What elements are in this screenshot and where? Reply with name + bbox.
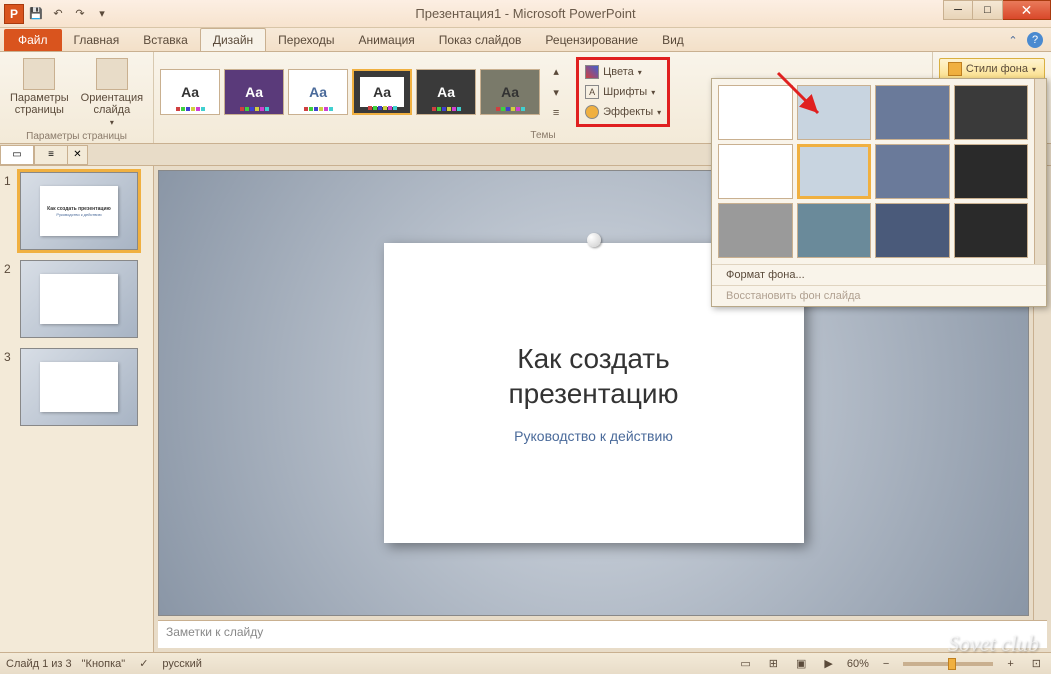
- pin-icon: [587, 233, 601, 247]
- help-icon[interactable]: ?: [1027, 32, 1043, 48]
- group-label: Параметры страницы: [6, 129, 147, 142]
- close-pane-button[interactable]: ✕: [68, 145, 88, 165]
- thumbnail-item[interactable]: 3: [4, 348, 149, 426]
- qat-customize-icon[interactable]: ▾: [92, 4, 112, 24]
- tab-insert[interactable]: Вставка: [131, 29, 200, 51]
- thumbnail-slide[interactable]: Как создать презентацию Руководство к де…: [20, 172, 138, 250]
- tab-home[interactable]: Главная: [62, 29, 132, 51]
- ribbon-help-area: ⌃ ?: [1005, 32, 1043, 48]
- fonts-button[interactable]: A Шрифты▾: [581, 82, 665, 102]
- thumbnail-number: 3: [4, 348, 16, 426]
- reset-background-item: Восстановить фон слайда: [712, 285, 1046, 306]
- title-bar: P 💾 ↶ ↷ ▾ Презентация1 - Microsoft Power…: [0, 0, 1051, 28]
- maximize-button[interactable]: □: [973, 0, 1003, 20]
- notes-input[interactable]: Заметки к слайду: [158, 620, 1047, 648]
- tab-review[interactable]: Рецензирование: [533, 29, 650, 51]
- slide-orientation-button[interactable]: Ориентация слайда ▾: [77, 56, 147, 129]
- page-setup-button[interactable]: Параметры страницы: [6, 56, 73, 129]
- thumbnail-item[interactable]: 2: [4, 260, 149, 338]
- language-indicator[interactable]: русский: [162, 658, 201, 670]
- ribbon-tab-strip: Файл Главная Вставка Дизайн Переходы Ани…: [0, 28, 1051, 52]
- zoom-slider[interactable]: [903, 662, 993, 666]
- page-setup-icon: [23, 58, 55, 90]
- normal-view-icon[interactable]: ▭: [736, 657, 754, 670]
- colors-button[interactable]: Цвета▾: [581, 62, 665, 82]
- slideshow-view-icon[interactable]: ▶: [820, 657, 836, 670]
- thumbnail-slide[interactable]: [20, 348, 138, 426]
- background-styles-button[interactable]: Стили фона ▾: [939, 58, 1045, 80]
- background-swatch[interactable]: [718, 144, 793, 199]
- dropdown-scrollbar[interactable]: [1034, 79, 1046, 264]
- fonts-icon: A: [585, 85, 599, 99]
- theme-thumbnail[interactable]: Aa: [224, 69, 284, 115]
- themes-scroll-up-icon[interactable]: ▴: [546, 61, 566, 81]
- app-icon[interactable]: P: [4, 4, 24, 24]
- theme-thumbnail[interactable]: Aa: [288, 69, 348, 115]
- background-styles-dropdown: Формат фона... Восстановить фон слайда: [711, 78, 1047, 307]
- spellcheck-icon[interactable]: ✓: [135, 657, 152, 670]
- annotation-highlight: Цвета▾ A Шрифты▾ Эффекты▾: [576, 57, 670, 127]
- close-button[interactable]: ✕: [1003, 0, 1051, 20]
- redo-icon[interactable]: ↷: [70, 4, 90, 24]
- slides-view-tab[interactable]: ▭: [0, 145, 34, 165]
- fit-to-window-icon[interactable]: ⊡: [1028, 657, 1045, 670]
- tab-transitions[interactable]: Переходы: [266, 29, 346, 51]
- thumbnail-item[interactable]: 1 Как создать презентацию Руководство к …: [4, 172, 149, 250]
- effects-button[interactable]: Эффекты▾: [581, 102, 665, 122]
- themes-more-icon[interactable]: ≡: [546, 103, 566, 123]
- theme-thumbnail[interactable]: Aa: [352, 69, 412, 115]
- zoom-in-button[interactable]: +: [1003, 658, 1017, 670]
- slide-subtitle[interactable]: Руководство к действию: [514, 428, 673, 444]
- zoom-out-button[interactable]: −: [879, 658, 893, 670]
- tab-design[interactable]: Дизайн: [200, 28, 266, 51]
- theme-thumbnail[interactable]: Aa: [160, 69, 220, 115]
- tab-slideshow[interactable]: Показ слайдов: [427, 29, 534, 51]
- thumbnail-slide[interactable]: [20, 260, 138, 338]
- orientation-icon: [96, 58, 128, 90]
- theme-thumbnail[interactable]: Aa: [416, 69, 476, 115]
- background-swatch[interactable]: [797, 85, 872, 140]
- file-tab[interactable]: Файл: [4, 29, 62, 51]
- background-swatch[interactable]: [875, 85, 950, 140]
- background-swatch[interactable]: [875, 203, 950, 258]
- zoom-level[interactable]: 60%: [847, 658, 869, 670]
- background-swatch[interactable]: [875, 144, 950, 199]
- slide-title[interactable]: Как создать презентацию: [508, 342, 678, 411]
- background-swatch[interactable]: [954, 203, 1029, 258]
- sorter-view-icon[interactable]: ⊞: [765, 657, 782, 670]
- slide-counter: Слайд 1 из 3: [6, 658, 72, 670]
- window-controls: ─ □ ✕: [943, 0, 1051, 20]
- outline-view-tab[interactable]: ≡: [34, 145, 68, 165]
- background-styles-icon: [948, 62, 962, 76]
- quick-access-toolbar: P 💾 ↶ ↷ ▾: [0, 4, 112, 24]
- page-setup-group: Параметры страницы Ориентация слайда ▾ П…: [0, 52, 154, 143]
- save-icon[interactable]: 💾: [26, 4, 46, 24]
- reading-view-icon[interactable]: ▣: [792, 657, 810, 670]
- undo-icon[interactable]: ↶: [48, 4, 68, 24]
- background-swatch[interactable]: [797, 203, 872, 258]
- theme-thumbnail[interactable]: Aa: [480, 69, 540, 115]
- status-bar: Слайд 1 из 3 "Кнопка" ✓ русский ▭ ⊞ ▣ ▶ …: [0, 652, 1051, 674]
- minimize-button[interactable]: ─: [943, 0, 973, 20]
- background-swatch[interactable]: [954, 85, 1029, 140]
- background-swatch[interactable]: [797, 144, 872, 199]
- thumbnail-number: 1: [4, 172, 16, 250]
- background-swatch[interactable]: [718, 85, 793, 140]
- effects-icon: [585, 105, 599, 119]
- tab-view[interactable]: Вид: [650, 29, 696, 51]
- themes-scroll-down-icon[interactable]: ▾: [546, 82, 566, 102]
- background-swatch[interactable]: [954, 144, 1029, 199]
- minimize-ribbon-icon[interactable]: ⌃: [1005, 32, 1021, 48]
- theme-name: "Кнопка": [82, 658, 126, 670]
- window-title: Презентация1 - Microsoft PowerPoint: [0, 6, 1051, 21]
- background-swatch-grid: [712, 79, 1034, 264]
- background-swatch[interactable]: [718, 203, 793, 258]
- thumbnail-pane: 1 Как создать презентацию Руководство к …: [0, 166, 154, 652]
- format-background-item[interactable]: Формат фона...: [712, 264, 1046, 285]
- colors-icon: [585, 65, 599, 79]
- thumbnail-number: 2: [4, 260, 16, 338]
- tab-animation[interactable]: Анимация: [346, 29, 426, 51]
